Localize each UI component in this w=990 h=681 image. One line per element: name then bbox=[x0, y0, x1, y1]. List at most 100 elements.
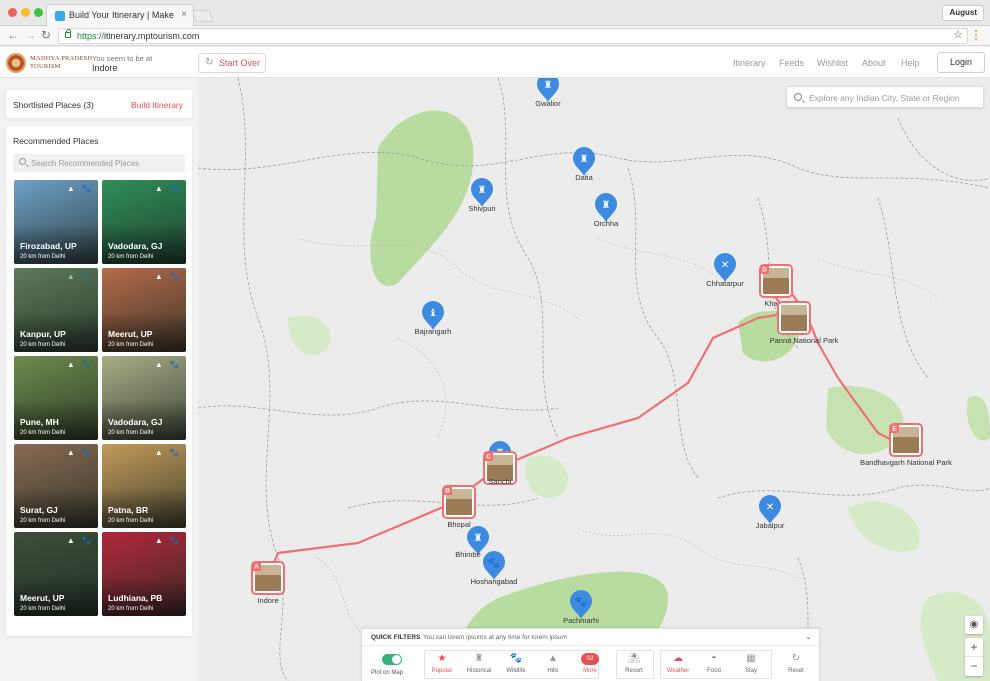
zoom-out-button[interactable]: − bbox=[965, 657, 983, 676]
map-place-label: Orchha bbox=[594, 219, 619, 228]
map-place-label: Shivpuri bbox=[468, 204, 495, 213]
place-distance: 20 km from Delhi bbox=[108, 254, 154, 260]
map-place-label: Chhatarpur bbox=[706, 279, 744, 288]
fort-icon: ♜ bbox=[474, 533, 483, 544]
map-pin[interactable]: ♜ Datia bbox=[573, 147, 595, 182]
place-card[interactable]: ▲ 🐾 Meerut, UP 20 km from Delhi bbox=[14, 532, 98, 616]
place-name: Kanpur, UP bbox=[20, 329, 66, 339]
place-card[interactable]: ▲ 🐾 Ludhiana, PB 20 km from Delhi bbox=[102, 532, 186, 616]
filter-reset-button[interactable]: ↻ Reset bbox=[778, 649, 814, 679]
place-card[interactable]: ▲ 🐾 Surat, GJ 20 km from Delhi bbox=[14, 444, 98, 528]
itinerary-stop-marker[interactable]: A Indore bbox=[251, 561, 285, 605]
stop-letter: E bbox=[892, 426, 897, 433]
address-bar[interactable]: https://itinerary.mptourism.com ☆ bbox=[58, 28, 968, 44]
place-name: Pune, MH bbox=[20, 417, 59, 427]
close-window-button[interactable] bbox=[8, 8, 17, 17]
nav-about[interactable]: About bbox=[862, 58, 886, 68]
shortlisted-count[interactable]: Shortlisted Places (3) bbox=[13, 100, 94, 110]
forest-area bbox=[288, 315, 331, 355]
browser-menu-icon[interactable]: ⋮ bbox=[970, 28, 982, 42]
locate-me-button[interactable]: ◉ bbox=[965, 616, 983, 634]
nav-itinerary[interactable]: Itinerary bbox=[733, 58, 766, 68]
fort-icon: ♜ bbox=[478, 185, 487, 196]
place-name: Meerut, UP bbox=[108, 329, 153, 339]
map-place-label: Indore bbox=[257, 596, 278, 605]
recommended-search-input[interactable] bbox=[31, 157, 181, 169]
filter-historical-button[interactable]: ♜ Historical bbox=[461, 649, 497, 679]
category-icons: ▲ 🐾 bbox=[66, 448, 93, 457]
map-pin[interactable]: ✕ Jabalpur bbox=[756, 495, 785, 530]
search-icon bbox=[794, 93, 802, 101]
new-tab-button[interactable] bbox=[191, 10, 215, 22]
shortlisted-places-bar: Shortlisted Places (3) Build Itinerary bbox=[6, 90, 192, 118]
itinerary-stop-marker[interactable]: B Bhopal bbox=[442, 485, 476, 529]
tower-icon: ♝ bbox=[429, 308, 438, 319]
paw-icon: 🐾 bbox=[575, 596, 587, 608]
place-card[interactable]: ▲ 🐾 Pune, MH 20 km from Delhi bbox=[14, 356, 98, 440]
recommended-search[interactable] bbox=[13, 154, 185, 172]
itinerary-stop-marker[interactable]: C Sanchi bbox=[483, 451, 517, 486]
map-pin[interactable]: ♜ Shivpuri bbox=[468, 178, 496, 213]
map-pin[interactable]: ♜ Bhimbe bbox=[455, 526, 489, 559]
map-pin[interactable]: ✕ Chhatarpur bbox=[706, 253, 744, 288]
forward-arrow-icon[interactable]: → bbox=[24, 28, 36, 42]
close-tab-icon[interactable]: × bbox=[181, 9, 187, 20]
map-place-label: Bajrangarh bbox=[415, 327, 452, 336]
filter-wildlife-button[interactable]: 🐾 Wildlife bbox=[498, 649, 534, 679]
map-pin[interactable]: ♜ Gwalior bbox=[535, 78, 561, 108]
filter-more-button[interactable]: 02 More bbox=[572, 649, 608, 679]
build-itinerary-button[interactable]: Build Itinerary bbox=[131, 100, 183, 110]
login-button[interactable]: Login bbox=[937, 52, 985, 73]
map-search-box[interactable] bbox=[786, 86, 984, 108]
place-card[interactable]: ▲ 🐾 Kanpur, UP 20 km from Delhi bbox=[14, 268, 98, 352]
map-view[interactable]: ♜ Gwalior ♜ Datia ♜ Shivpuri ♜ Orchha ✕ Chhatarpu… bbox=[198, 78, 990, 681]
map-canvas[interactable]: ♜ Gwalior ♜ Datia ♜ Shivpuri ♜ Orchha ✕ Chhatarpu… bbox=[198, 78, 990, 681]
bookmark-star-icon[interactable]: ☆ bbox=[953, 28, 963, 41]
reload-icon[interactable]: ↻ bbox=[41, 28, 51, 42]
filter-weather-button[interactable]: ☁ Weather bbox=[660, 649, 696, 679]
recommended-title: Recommended Places bbox=[13, 136, 99, 146]
itinerary-route bbox=[266, 266, 919, 579]
map-search-input[interactable] bbox=[809, 92, 979, 104]
place-card[interactable]: ▲ 🐾 Patna, BR 20 km from Delhi bbox=[102, 444, 186, 528]
place-card[interactable]: ▲ 🐾 Firozabad, UP 20 km from Delhi bbox=[14, 180, 98, 264]
wildlife-icon: 🐾 bbox=[509, 653, 523, 664]
map-pin[interactable]: ♜ Orchha bbox=[594, 193, 619, 228]
mp-tourism-logo[interactable] bbox=[6, 53, 26, 73]
browser-tab[interactable]: Build Your Itinerary | Make × bbox=[46, 4, 194, 26]
app-header: MADHYA PRADESH TOURISM You seem to be at… bbox=[0, 47, 990, 78]
filter-food-button[interactable]: ◓ Food bbox=[696, 649, 732, 679]
nav-feeds[interactable]: Feeds bbox=[779, 58, 804, 68]
lock-icon bbox=[65, 29, 71, 38]
filter-hills-button[interactable]: ▲ Hills bbox=[535, 649, 571, 679]
chevron-down-icon[interactable]: ⌄ bbox=[805, 632, 812, 641]
zoom-in-button[interactable]: + bbox=[965, 638, 983, 657]
filter-popular-button[interactable]: ★ Popular bbox=[424, 649, 460, 679]
itinerary-stop-marker[interactable]: Panna National Park bbox=[770, 301, 839, 345]
profile-button[interactable]: August bbox=[942, 5, 984, 21]
place-distance: 20 km from Delhi bbox=[20, 254, 66, 260]
plot-on-map-toggle[interactable] bbox=[382, 654, 402, 665]
stop-letter: A bbox=[254, 564, 259, 571]
minimize-window-button[interactable] bbox=[21, 8, 30, 17]
category-icons: ▲ 🐾 bbox=[154, 184, 181, 193]
place-card[interactable]: ▲ 🐾 Meerut, UP 20 km from Delhi bbox=[102, 268, 186, 352]
resort-icon: ⛱ bbox=[627, 653, 641, 664]
category-icons: ▲ 🐾 bbox=[154, 448, 181, 457]
place-name: Ludhiana, PB bbox=[108, 593, 163, 603]
maximize-window-button[interactable] bbox=[34, 8, 43, 17]
start-over-button[interactable]: ↻ Start Over bbox=[198, 53, 266, 73]
quick-filters-description: You can lorem ipsums at any time for lor… bbox=[423, 634, 567, 641]
nav-wishlist[interactable]: Wishlist bbox=[817, 58, 848, 68]
nav-help[interactable]: Help bbox=[901, 58, 920, 68]
filter-resort-button[interactable]: ⛱ Resort bbox=[616, 649, 652, 679]
place-card[interactable]: ▲ 🐾 Vadodara, GJ 20 km from Delhi bbox=[102, 180, 186, 264]
filter-stay-button[interactable]: ▦ Stay bbox=[733, 649, 769, 679]
stop-letter: C bbox=[486, 454, 491, 461]
stop-letter: D bbox=[762, 267, 767, 274]
category-icons: ▲ 🐾 bbox=[66, 536, 93, 545]
location-city[interactable]: Indore bbox=[92, 63, 118, 73]
place-card[interactable]: ▲ 🐾 Vadodara, GJ 20 km from Delhi bbox=[102, 356, 186, 440]
back-arrow-icon[interactable]: ← bbox=[7, 28, 19, 42]
map-pin[interactable]: ♝ Bajrangarh bbox=[415, 301, 452, 336]
